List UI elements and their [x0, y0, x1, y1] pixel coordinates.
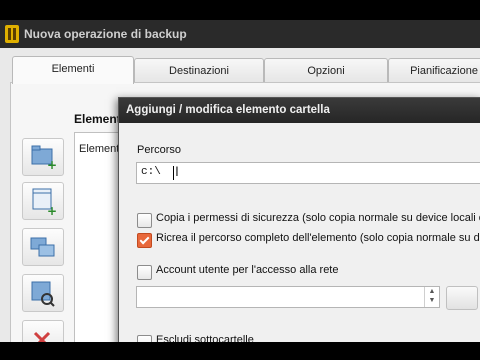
- add-folder-icon: +: [31, 145, 57, 172]
- window-title: Nuova operazione di backup: [24, 27, 187, 41]
- exclude-subfolders-check[interactable]: [137, 335, 152, 342]
- combobox-spinner-icon[interactable]: ▲ ▼: [424, 287, 439, 307]
- copy-permissions-check[interactable]: [137, 213, 152, 228]
- path-value: c:\: [141, 166, 161, 178]
- path-label: Percorso: [137, 144, 182, 156]
- network-folder-icon: [30, 237, 55, 257]
- recreate-path-label: Ricrea il percorso completo dell'element…: [156, 232, 480, 244]
- dialog-title: Aggiungi / modifica elemento cartella: [126, 104, 330, 116]
- exclude-subfolders-label: Escludi sottocartelle: [156, 334, 254, 342]
- network-folder-button[interactable]: [22, 228, 64, 266]
- tab-elementi[interactable]: Elementi: [12, 56, 134, 84]
- remove-icon: [33, 331, 51, 342]
- app-logo-icon: [5, 25, 19, 43]
- recreate-path-check[interactable]: [137, 233, 152, 248]
- path-input[interactable]: c:\ I: [136, 162, 480, 184]
- remove-element-button[interactable]: [22, 320, 64, 342]
- elements-section-title: Elementi: [74, 112, 125, 126]
- list-column-header: Elementi: [79, 143, 122, 155]
- account-combobox[interactable]: ▲ ▼: [136, 286, 440, 308]
- svg-text:+: +: [47, 204, 57, 218]
- add-folder-button[interactable]: +: [22, 138, 64, 176]
- add-file-button[interactable]: +: [22, 182, 64, 220]
- dialog-titlebar: Aggiungi / modifica elemento cartella: [119, 98, 480, 123]
- window-titlebar: Nuova operazione di backup: [0, 20, 480, 48]
- edit-folder-dialog: Aggiungi / modifica elemento cartella Pe…: [118, 97, 480, 342]
- account-browse-button[interactable]: [446, 286, 478, 310]
- network-account-label: Account utente per l'accesso alla rete: [156, 264, 339, 276]
- app-window: Nuova operazione di backup Elementi Dest…: [0, 20, 480, 342]
- search-icon: [31, 281, 55, 307]
- network-account-check[interactable]: [137, 265, 152, 280]
- tab-pianificazione[interactable]: Pianificazione: [388, 58, 480, 83]
- copy-permissions-label: Copia i permessi di sicurezza (solo copi…: [156, 212, 480, 224]
- svg-text:+: +: [47, 158, 57, 172]
- text-caret: [173, 166, 174, 180]
- text-cursor-icon: I: [175, 163, 179, 179]
- search-elements-button[interactable]: [22, 274, 64, 312]
- tab-opzioni[interactable]: Opzioni: [264, 58, 388, 83]
- tab-bar: Elementi Destinazioni Opzioni Pianificaz…: [0, 48, 480, 84]
- add-file-icon: +: [32, 188, 57, 218]
- tab-destinazioni[interactable]: Destinazioni: [134, 58, 264, 83]
